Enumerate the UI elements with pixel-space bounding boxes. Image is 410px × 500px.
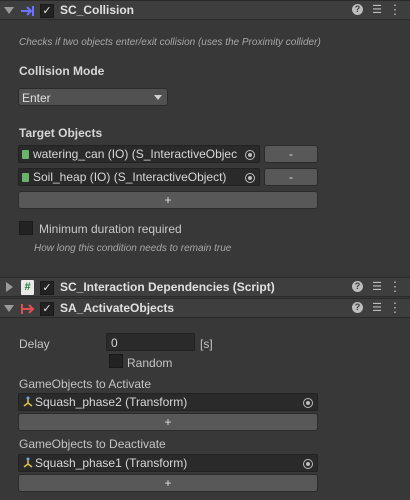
help-icon[interactable]: ? — [352, 281, 363, 292]
add-target-button[interactable]: + — [18, 191, 318, 209]
target-object-name: watering_can (IO) (S_InteractiveObjec — [33, 147, 238, 161]
collision-mode-label: Collision Mode — [19, 64, 105, 78]
activate-list-label: GameObjects to Activate — [19, 377, 152, 391]
object-picker-icon[interactable] — [303, 398, 313, 408]
component-title: SA_ActivateObjects — [60, 301, 175, 315]
transform-icon — [22, 456, 34, 470]
enabled-checkbox[interactable]: ✓ — [40, 281, 54, 295]
help-icon[interactable]: ? — [352, 4, 363, 15]
kebab-menu-icon[interactable]: ⋮ — [388, 301, 402, 315]
sc-dependencies-header[interactable]: # ✓ SC_Interaction Dependencies (Script)… — [0, 277, 410, 297]
transform-icon — [22, 395, 34, 409]
collision-mode-value: Enter — [22, 91, 51, 105]
collision-mode-dropdown[interactable]: Enter — [18, 88, 168, 106]
delay-label: Delay — [19, 337, 50, 351]
interactive-object-icon — [22, 173, 29, 182]
random-label: Random — [127, 356, 173, 370]
activate-object-field[interactable]: Squash_phase2 (Transform) — [18, 393, 318, 411]
target-object-name: Soil_heap (IO) (S_InteractiveObject) — [33, 170, 227, 184]
deactivate-object-name: Squash_phase1 (Transform) — [35, 456, 188, 470]
min-duration-checkbox[interactable] — [19, 221, 33, 235]
deactivate-list-label: GameObjects to Deactivate — [19, 437, 166, 451]
sa-activate-header[interactable]: ✓ SA_ActivateObjects ? ☰ ⋮ — [0, 298, 410, 318]
component-title: SC_Interaction Dependencies (Script) — [60, 280, 275, 294]
component-description: Checks if two objects enter/exit collisi… — [19, 37, 321, 48]
add-activate-button[interactable]: + — [18, 413, 318, 431]
activate-object-name: Squash_phase2 (Transform) — [35, 395, 188, 409]
kebab-menu-icon[interactable]: ⋮ — [388, 280, 402, 294]
enabled-checkbox[interactable]: ✓ — [40, 4, 54, 18]
random-checkbox[interactable] — [109, 354, 123, 368]
script-icon: # — [21, 280, 34, 295]
target-object-field[interactable]: Soil_heap (IO) (S_InteractiveObject) — [18, 168, 260, 186]
component-title: SC_Collision — [60, 3, 135, 17]
interactive-object-icon — [22, 150, 29, 159]
sliders-icon[interactable]: ☰ — [370, 3, 384, 17]
sliders-icon[interactable]: ☰ — [370, 280, 384, 294]
deactivate-object-field[interactable]: Squash_phase1 (Transform) — [18, 454, 318, 472]
help-icon[interactable]: ? — [352, 302, 363, 313]
object-picker-icon[interactable] — [245, 173, 255, 183]
action-arrow-icon — [20, 302, 36, 316]
sc-collision-header[interactable]: ✓ SC_Collision ? ☰ ⋮ — [0, 0, 410, 20]
collapse-arrow-icon[interactable] — [4, 305, 14, 312]
delay-unit: [s] — [200, 337, 213, 351]
collapse-arrow-icon[interactable] — [4, 7, 14, 14]
object-picker-icon[interactable] — [303, 459, 313, 469]
enabled-checkbox[interactable]: ✓ — [40, 302, 54, 316]
remove-target-button[interactable]: - — [264, 168, 318, 186]
object-picker-icon[interactable] — [245, 150, 255, 160]
remove-target-button[interactable]: - — [264, 145, 318, 163]
add-deactivate-button[interactable]: + — [18, 474, 318, 492]
target-object-field[interactable]: watering_can (IO) (S_InteractiveObjec — [18, 145, 260, 163]
condition-arrow-icon — [20, 4, 36, 18]
min-duration-hint: How long this condition needs to remain … — [34, 243, 232, 254]
min-duration-label: Minimum duration required — [39, 222, 182, 236]
delay-value: 0 — [111, 336, 118, 350]
target-objects-label: Target Objects — [19, 126, 103, 140]
sliders-icon[interactable]: ☰ — [370, 301, 384, 315]
chevron-down-icon — [154, 95, 162, 100]
expand-arrow-icon[interactable] — [6, 282, 13, 292]
delay-input[interactable]: 0 — [106, 333, 195, 351]
kebab-menu-icon[interactable]: ⋮ — [388, 3, 402, 17]
